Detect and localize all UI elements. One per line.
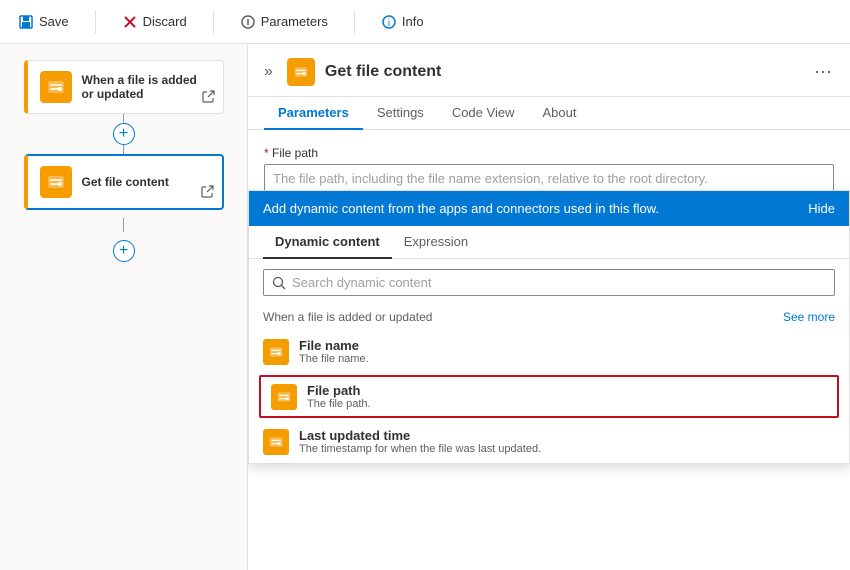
flow-line-1 (123, 114, 124, 123)
parameters-button[interactable]: Parameters (234, 10, 334, 34)
trigger-node[interactable]: When a file is added or updated (24, 60, 224, 114)
required-star: * (264, 146, 272, 160)
popup-hide-button[interactable]: Hide (808, 201, 835, 216)
action-node[interactable]: Get file content (24, 154, 224, 210)
field-label-text: File path (272, 146, 318, 160)
tab-parameters[interactable]: Parameters (264, 97, 363, 130)
ftp-lastupdated-icon (268, 434, 284, 450)
ftp-filepath-icon (276, 389, 292, 405)
add-step-button-2[interactable]: + (113, 240, 135, 262)
more-options-button[interactable]: ⋯ (814, 62, 834, 83)
dynamic-item-filepath[interactable]: File path The file path. (259, 375, 839, 418)
flow-end: + (113, 218, 135, 262)
panel-header-left: » Get file content (264, 58, 441, 86)
action-icon (40, 166, 72, 198)
dynamic-item-lastupdated-desc: The timestamp for when the file was last… (299, 443, 541, 455)
left-panel: When a file is added or updated + (0, 44, 248, 570)
popup-tab-expression[interactable]: Expression (392, 226, 480, 259)
file-path-label: * File path (264, 146, 834, 160)
dynamic-item-filename-name: File name (299, 338, 369, 353)
separator-2 (213, 10, 214, 34)
panel-tabs: Parameters Settings Code View About (248, 97, 850, 130)
info-button[interactable]: i Info (375, 10, 430, 34)
section-label: When a file is added or updated (263, 310, 432, 324)
tab-code-view[interactable]: Code View (438, 97, 529, 130)
dynamic-item-filename-desc: The file name. (299, 353, 369, 365)
action-title: Get file content (82, 175, 169, 189)
dynamic-item-lastupdated-text: Last updated time The timestamp for when… (299, 428, 541, 455)
flow-line-2 (123, 145, 124, 154)
panel-title: Get file content (325, 63, 441, 81)
parameters-icon (240, 14, 256, 30)
popup-header: Add dynamic content from the apps and co… (249, 191, 849, 226)
panel-ftp-icon (293, 64, 309, 80)
right-panel: » Get file content ⋯ Parameters Settings… (248, 44, 850, 570)
popup-tab-dynamic[interactable]: Dynamic content (263, 226, 392, 259)
search-icon (272, 276, 286, 290)
popup-tabs: Dynamic content Expression (249, 226, 849, 259)
dynamic-item-filepath-name: File path (307, 383, 371, 398)
ftp-filename-icon (268, 344, 284, 360)
trigger-link (201, 90, 215, 107)
save-button[interactable]: Save (12, 10, 75, 34)
info-label: Info (402, 14, 424, 29)
ftp-trigger-icon (46, 77, 66, 97)
file-path-input[interactable] (264, 164, 834, 193)
dynamic-item-filename-text: File name The file name. (299, 338, 369, 365)
dynamic-item-filename-icon (263, 339, 289, 365)
dynamic-item-lastupdated-icon (263, 429, 289, 455)
dynamic-item-filepath-icon (271, 384, 297, 410)
action-link (200, 185, 214, 202)
toolbar: Save Discard Parameters i Info (0, 0, 850, 44)
main-area: When a file is added or updated + (0, 44, 850, 570)
ftp-action-icon (46, 172, 66, 192)
action-link-icon (200, 185, 214, 199)
dynamic-item-filepath-desc: The file path. (307, 398, 371, 410)
separator-3 (354, 10, 355, 34)
flow-line-bottom (123, 218, 124, 232)
discard-icon (122, 14, 138, 30)
save-icon (18, 14, 34, 30)
info-icon: i (381, 14, 397, 30)
dynamic-item-lastupdated[interactable]: Last updated time The timestamp for when… (249, 420, 849, 463)
link-icon (201, 90, 215, 104)
dynamic-content-popup: Add dynamic content from the apps and co… (248, 190, 850, 464)
search-dynamic-input[interactable] (292, 275, 826, 290)
dynamic-item-filename[interactable]: File name The file name. (249, 330, 849, 373)
panel-header-icon (287, 58, 315, 86)
dynamic-item-lastupdated-name: Last updated time (299, 428, 541, 443)
save-label: Save (39, 14, 69, 29)
add-step-button-1[interactable]: + (113, 123, 135, 145)
discard-button[interactable]: Discard (116, 10, 193, 34)
panel-body: * File path Add dynamic content + Connec… (248, 130, 850, 570)
popup-header-text: Add dynamic content from the apps and co… (263, 201, 659, 216)
flow-connector-1: + (113, 114, 135, 154)
tab-about[interactable]: About (528, 97, 590, 130)
trigger-icon (40, 71, 72, 103)
tab-settings[interactable]: Settings (363, 97, 438, 130)
expand-button[interactable]: » (264, 63, 273, 81)
discard-label: Discard (143, 14, 187, 29)
see-more-button[interactable]: See more (783, 310, 835, 324)
popup-section-header: When a file is added or updated See more (249, 306, 849, 330)
parameters-label: Parameters (261, 14, 328, 29)
dynamic-item-filepath-text: File path The file path. (307, 383, 371, 410)
panel-header: » Get file content ⋯ (248, 44, 850, 97)
svg-text:i: i (388, 18, 390, 29)
popup-search-container (263, 269, 835, 296)
trigger-title: When a file is added or updated (82, 73, 211, 101)
separator-1 (95, 10, 96, 34)
